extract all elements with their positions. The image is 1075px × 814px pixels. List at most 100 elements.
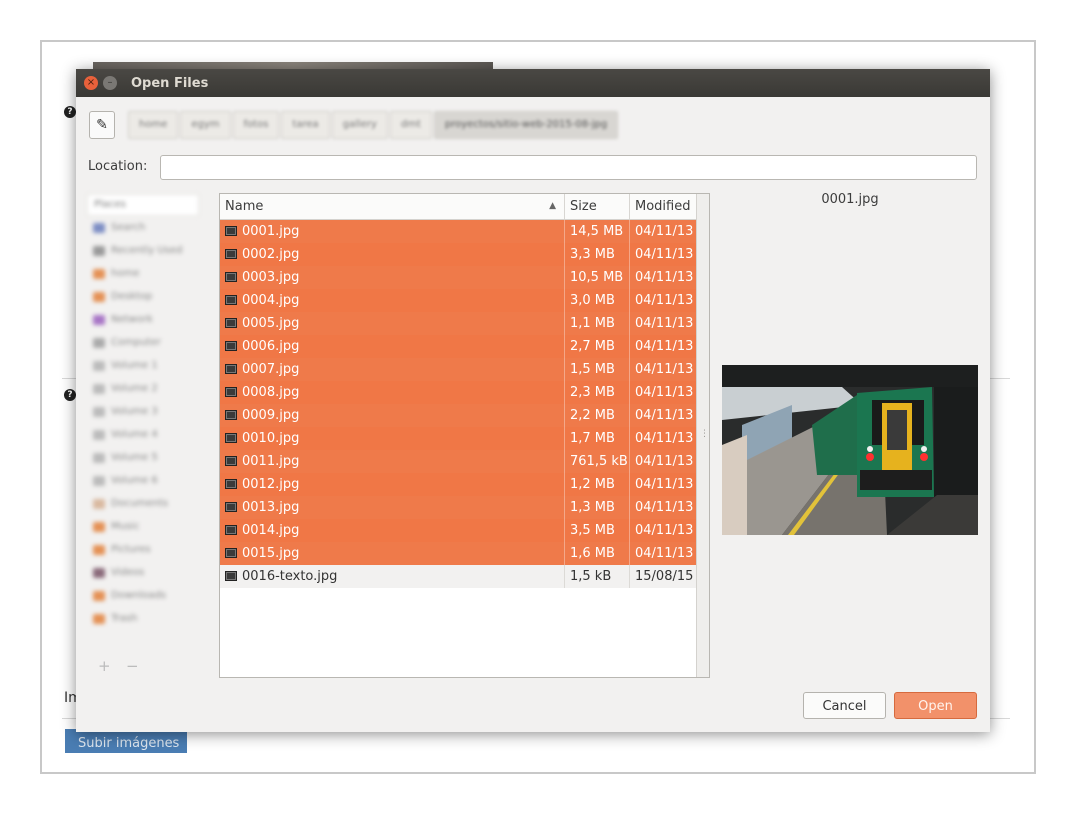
file-name: 0015.jpg — [242, 546, 300, 561]
places-item[interactable]: home — [87, 262, 199, 285]
file-name-cell: 0009.jpg — [220, 404, 565, 427]
file-row[interactable]: 0011.jpg 761,5 kB 04/11/13 — [220, 450, 709, 473]
file-name-cell: 0015.jpg — [220, 542, 565, 565]
file-row[interactable]: 0012.jpg 1,2 MB 04/11/13 — [220, 473, 709, 496]
file-row[interactable]: 0013.jpg 1,3 MB 04/11/13 — [220, 496, 709, 519]
location-label: Location: — [88, 159, 148, 174]
column-size[interactable]: Size — [565, 194, 630, 219]
file-row[interactable]: 0005.jpg 1,1 MB 04/11/13 — [220, 312, 709, 335]
file-size: 761,5 kB — [565, 450, 630, 473]
file-row[interactable]: 0008.jpg 2,3 MB 04/11/13 — [220, 381, 709, 404]
places-item[interactable]: Search — [87, 216, 199, 239]
minimize-icon[interactable]: – — [103, 76, 117, 90]
places-item-label: Videos — [111, 567, 145, 578]
folder-icon — [93, 406, 105, 417]
add-bookmark-icon[interactable]: + — [98, 657, 111, 675]
file-row[interactable]: 0010.jpg 1,7 MB 04/11/13 — [220, 427, 709, 450]
close-icon[interactable]: × — [84, 76, 98, 90]
image-file-icon — [225, 571, 237, 581]
path-crumb[interactable]: tarea — [281, 111, 330, 139]
column-modified[interactable]: Modified — [630, 194, 697, 219]
file-row[interactable]: 0015.jpg 1,6 MB 04/11/13 — [220, 542, 709, 565]
help-icon[interactable]: ? — [64, 389, 76, 401]
column-name[interactable]: Name ▲ — [220, 194, 565, 219]
path-bar: home egym fotos tarea gallery dmt proyectos/si… — [128, 111, 620, 139]
places-item[interactable]: Downloads — [87, 584, 199, 607]
path-crumb[interactable]: dmt — [389, 111, 432, 139]
file-row[interactable]: 0006.jpg 2,7 MB 04/11/13 — [220, 335, 709, 358]
help-icon[interactable]: ? — [64, 106, 76, 118]
edit-location-button[interactable]: ✎ — [89, 111, 115, 139]
places-item[interactable]: Network — [87, 308, 199, 331]
cancel-button[interactable]: Cancel — [803, 692, 886, 719]
image-file-icon — [225, 433, 237, 443]
places-item[interactable]: Computer — [87, 331, 199, 354]
file-row[interactable]: 0003.jpg 10,5 MB 04/11/13 — [220, 266, 709, 289]
file-name-cell: 0013.jpg — [220, 496, 565, 519]
places-item[interactable]: Documents — [87, 492, 199, 515]
file-name: 0008.jpg — [242, 385, 300, 400]
location-input[interactable] — [160, 155, 977, 180]
file-name: 0013.jpg — [242, 500, 300, 515]
places-item[interactable]: Videos — [87, 561, 199, 584]
file-row[interactable]: 0007.jpg 1,5 MB 04/11/13 — [220, 358, 709, 381]
places-item[interactable]: Volume 2 — [87, 377, 199, 400]
places-item[interactable]: Volume 1 — [87, 354, 199, 377]
path-crumb[interactable]: egym — [180, 111, 231, 139]
image-file-icon — [225, 295, 237, 305]
file-size: 1,2 MB — [565, 473, 630, 496]
image-file-icon — [225, 318, 237, 328]
folder-icon — [93, 429, 105, 440]
file-size: 3,5 MB — [565, 519, 630, 542]
file-name: 0012.jpg — [242, 477, 300, 492]
places-item[interactable]: Trash — [87, 607, 199, 630]
path-crumb[interactable]: home — [128, 111, 179, 139]
file-row[interactable]: 0001.jpg 14,5 MB 04/11/13 — [220, 220, 709, 243]
image-file-icon — [225, 456, 237, 466]
places-header: Places — [87, 194, 199, 216]
places-item[interactable]: Volume 6 — [87, 469, 199, 492]
path-crumb[interactable]: proyectos/sitio-web-2015-08-jpg — [433, 111, 619, 139]
folder-icon — [93, 337, 105, 348]
places-item-label: Volume 5 — [111, 452, 158, 463]
upload-images-button[interactable]: Subir imágenes — [65, 729, 187, 753]
dialog-titlebar[interactable]: × – Open Files — [76, 69, 990, 97]
places-item[interactable]: Music — [87, 515, 199, 538]
open-button[interactable]: Open — [894, 692, 977, 719]
places-item[interactable]: Volume 3 — [87, 400, 199, 423]
sort-ascending-icon: ▲ — [549, 201, 556, 211]
places-item-label: Music — [111, 521, 140, 532]
file-row[interactable]: 0016-texto.jpg 1,5 kB 15/08/15 — [220, 565, 709, 588]
file-row[interactable]: 0002.jpg 3,3 MB 04/11/13 — [220, 243, 709, 266]
path-crumb[interactable]: fotos — [232, 111, 280, 139]
places-item-label: Pictures — [111, 544, 151, 555]
folder-icon — [93, 475, 105, 486]
places-item[interactable]: Desktop — [87, 285, 199, 308]
file-modified: 04/11/13 — [630, 220, 697, 243]
places-item[interactable]: Recently Used — [87, 239, 199, 262]
folder-icon — [93, 521, 105, 532]
places-item-label: Volume 3 — [111, 406, 158, 417]
file-row[interactable]: 0009.jpg 2,2 MB 04/11/13 — [220, 404, 709, 427]
file-size: 3,0 MB — [565, 289, 630, 312]
file-name: 0010.jpg — [242, 431, 300, 446]
file-list-header: Name ▲ Size Modified — [220, 194, 709, 220]
path-crumb[interactable]: gallery — [331, 111, 388, 139]
places-item[interactable]: Pictures — [87, 538, 199, 561]
file-row[interactable]: 0014.jpg 3,5 MB 04/11/13 — [220, 519, 709, 542]
image-file-icon — [225, 364, 237, 374]
file-row[interactable]: 0004.jpg 3,0 MB 04/11/13 — [220, 289, 709, 312]
file-name: 0006.jpg — [242, 339, 300, 354]
folder-icon — [93, 360, 105, 371]
file-modified: 04/11/13 — [630, 289, 697, 312]
file-size: 1,3 MB — [565, 496, 630, 519]
file-name-cell: 0016-texto.jpg — [220, 565, 565, 588]
places-item[interactable]: Volume 5 — [87, 446, 199, 469]
open-files-dialog: × – Open Files ✎ home egym fotos tarea galle… — [76, 69, 990, 732]
places-item[interactable]: Volume 4 — [87, 423, 199, 446]
pane-resize-handle[interactable]: ⋮ — [700, 429, 709, 439]
file-name-cell: 0006.jpg — [220, 335, 565, 358]
file-name: 0001.jpg — [242, 224, 300, 239]
file-name: 0009.jpg — [242, 408, 300, 423]
remove-bookmark-icon[interactable]: − — [126, 657, 139, 675]
